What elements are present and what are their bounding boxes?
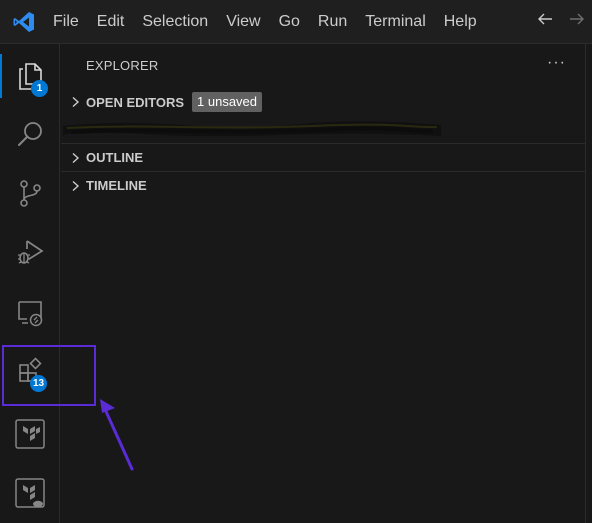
- activity-terraform-cloud[interactable]: [0, 465, 60, 521]
- arrow-left-icon[interactable]: [536, 10, 554, 34]
- search-icon: [15, 119, 45, 149]
- menu-run[interactable]: Run: [309, 7, 356, 37]
- chevron-right-icon: [65, 96, 85, 108]
- menu-edit[interactable]: Edit: [88, 7, 134, 37]
- source-control-icon: [15, 178, 45, 208]
- chevron-right-icon: [65, 152, 85, 164]
- menu-file[interactable]: File: [44, 7, 88, 37]
- activity-run-debug[interactable]: [0, 224, 60, 280]
- activity-explorer[interactable]: 1: [0, 48, 60, 104]
- section-label-outline: OUTLINE: [86, 150, 144, 165]
- activity-remote-explorer[interactable]: [0, 284, 60, 340]
- navigation-controls: [536, 10, 586, 34]
- section-timeline[interactable]: TIMELINE: [61, 171, 585, 199]
- explorer-sidebar: EXPLORER ··· OPEN EDITORS 1 unsaved OUTL…: [61, 44, 592, 523]
- annotation-highlight-box: [2, 345, 96, 406]
- chevron-right-icon: [65, 180, 85, 192]
- redacted-file-entry: [61, 116, 585, 143]
- terraform-cloud-icon: [15, 478, 45, 508]
- sidebar-title: EXPLORER: [86, 58, 159, 73]
- annotation-arrow-icon: [100, 399, 134, 471]
- terraform-icon: [15, 419, 45, 449]
- active-indicator: [0, 54, 2, 98]
- menu-selection[interactable]: Selection: [133, 7, 217, 37]
- section-label-timeline: TIMELINE: [86, 178, 147, 193]
- menu-bar: File Edit Selection View Go Run Terminal…: [44, 7, 486, 37]
- ellipsis-icon[interactable]: ···: [547, 54, 566, 72]
- activity-search[interactable]: [0, 106, 60, 162]
- unsaved-badge: 1 unsaved: [192, 92, 263, 112]
- title-bar: File Edit Selection View Go Run Terminal…: [0, 0, 592, 44]
- vscode-logo-icon[interactable]: [12, 10, 36, 34]
- menu-view[interactable]: View: [217, 7, 269, 37]
- sidebar-right-border: [585, 44, 586, 523]
- section-label-open-editors: OPEN EDITORS: [86, 94, 185, 110]
- menu-go[interactable]: Go: [270, 7, 309, 37]
- menu-terminal[interactable]: Terminal: [356, 7, 434, 37]
- explorer-badge: 1: [31, 80, 48, 97]
- remote-explorer-icon: [15, 297, 45, 327]
- menu-help[interactable]: Help: [435, 7, 486, 37]
- section-open-editors[interactable]: OPEN EDITORS 1 unsaved: [61, 88, 585, 116]
- activity-terraform[interactable]: [0, 406, 60, 462]
- arrow-right-icon[interactable]: [568, 10, 586, 34]
- activity-bar: 1 13: [0, 44, 60, 523]
- section-outline[interactable]: OUTLINE: [61, 143, 585, 171]
- run-debug-icon: [15, 237, 45, 267]
- activity-source-control[interactable]: [0, 165, 60, 221]
